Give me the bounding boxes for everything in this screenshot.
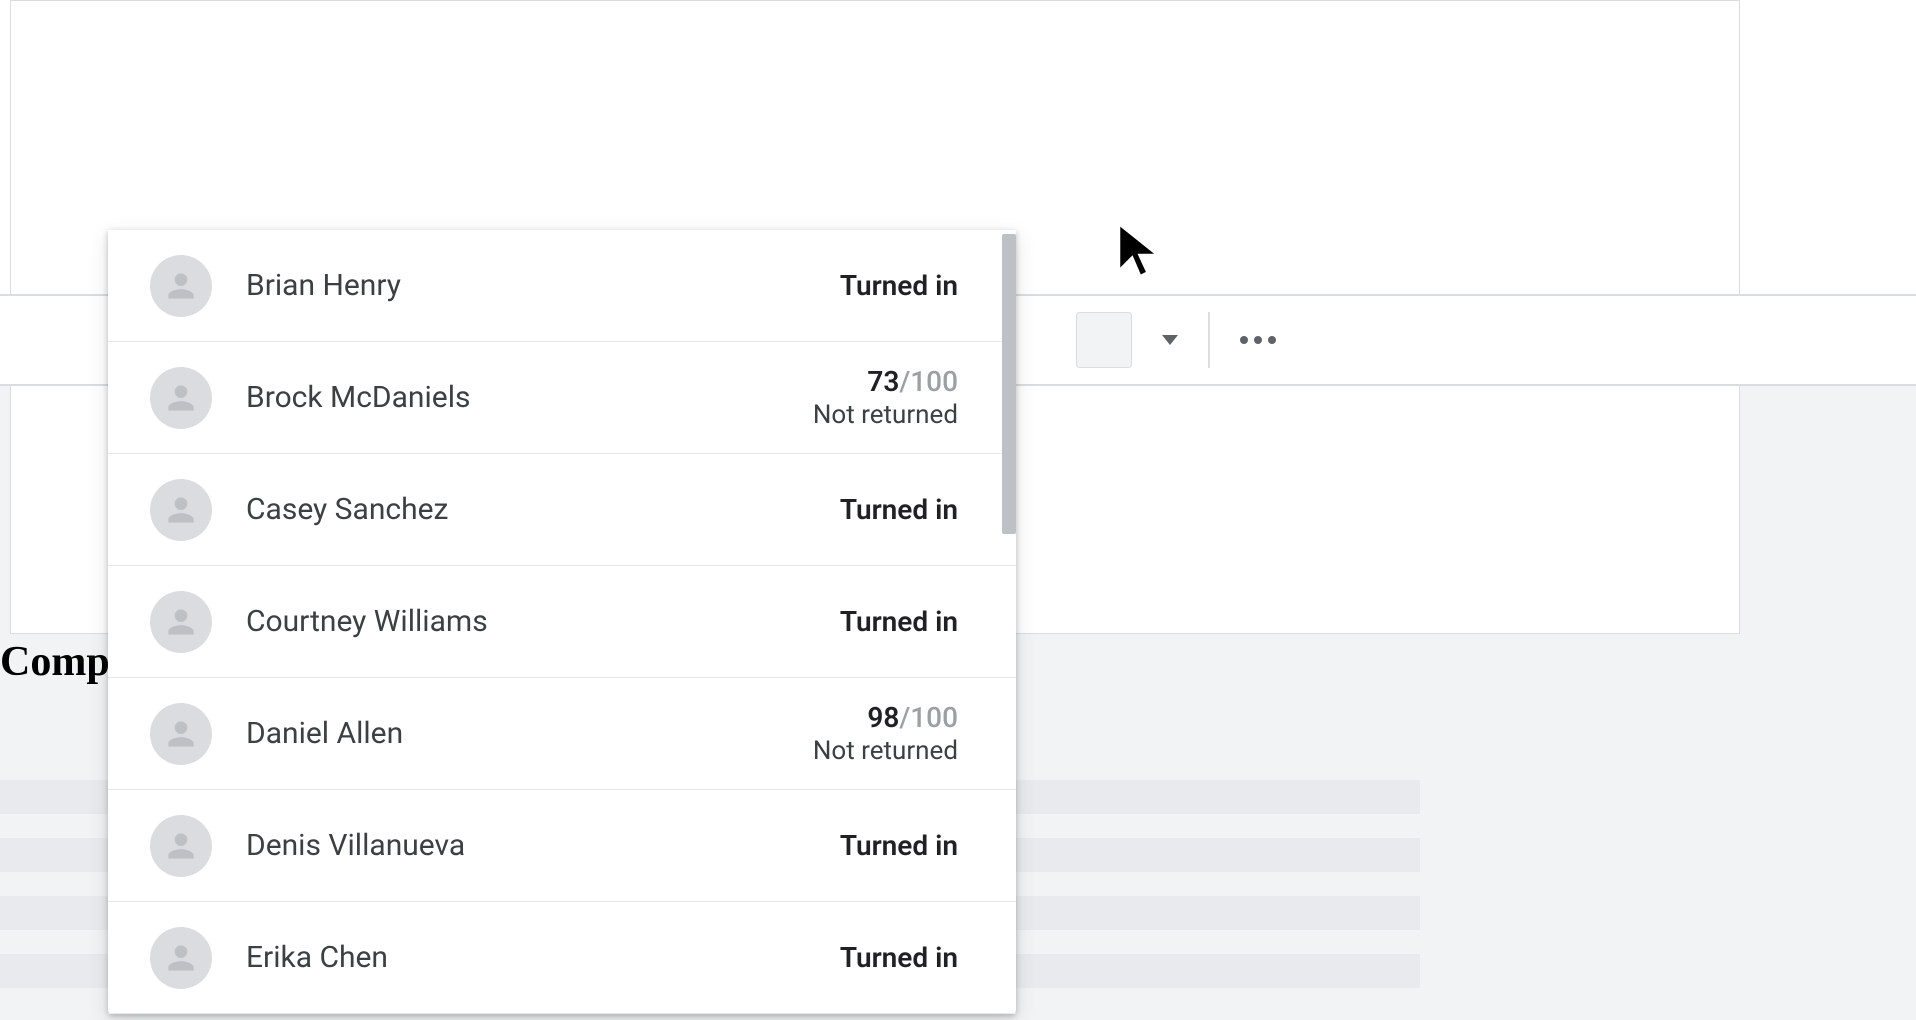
- return-status-label: Not returned: [813, 736, 958, 766]
- student-name: Brock McDaniels: [246, 380, 813, 415]
- student-row[interactable]: Brian HenryTurned in: [108, 230, 1016, 342]
- avatar: [150, 591, 212, 653]
- avatar: [150, 479, 212, 541]
- student-status-block: Turned in: [840, 269, 958, 302]
- student-status-block: Turned in: [840, 493, 958, 526]
- toolbar-more-button[interactable]: [1240, 336, 1276, 344]
- student-name: Denis Villanueva: [246, 828, 840, 863]
- toolbar-color-swatch[interactable]: [1076, 312, 1132, 368]
- student-status-block: Turned in: [840, 605, 958, 638]
- score-value: 98: [867, 701, 899, 734]
- student-dropdown: Brian HenryTurned inBrock McDaniels73/10…: [108, 230, 1016, 1014]
- person-icon: [162, 379, 200, 417]
- avatar: [150, 927, 212, 989]
- mouse-cursor-icon: [1108, 218, 1172, 282]
- status-label: Turned in: [840, 829, 958, 862]
- person-icon: [162, 827, 200, 865]
- student-row[interactable]: Casey SanchezTurned in: [108, 454, 1016, 566]
- student-name: Courtney Williams: [246, 604, 840, 639]
- avatar: [150, 367, 212, 429]
- status-label: Turned in: [840, 605, 958, 638]
- student-name: Daniel Allen: [246, 716, 813, 751]
- student-row[interactable]: Brock McDaniels73/100Not returned: [108, 342, 1016, 454]
- avatar: [150, 815, 212, 877]
- student-status-block: Turned in: [840, 941, 958, 974]
- avatar: [150, 255, 212, 317]
- student-status-block: 98/100Not returned: [813, 701, 958, 766]
- toolbar-separator: [1208, 312, 1210, 368]
- student-status-block: Turned in: [840, 829, 958, 862]
- student-status-block: 73/100Not returned: [813, 365, 958, 430]
- score-value: 73: [867, 365, 899, 398]
- student-name: Casey Sanchez: [246, 492, 840, 527]
- student-name: Brian Henry: [246, 268, 840, 303]
- status-label: Turned in: [840, 493, 958, 526]
- scrollbar[interactable]: [1002, 234, 1016, 534]
- student-name: Erika Chen: [246, 940, 840, 975]
- student-row[interactable]: Denis VillanuevaTurned in: [108, 790, 1016, 902]
- score-denominator: /100: [899, 701, 958, 734]
- score-label: 98/100: [813, 701, 958, 734]
- student-row[interactable]: Erika ChenTurned in: [108, 902, 1016, 1014]
- person-icon: [162, 939, 200, 977]
- status-label: Turned in: [840, 269, 958, 302]
- avatar: [150, 703, 212, 765]
- score-denominator: /100: [899, 365, 958, 398]
- student-row[interactable]: Courtney WilliamsTurned in: [108, 566, 1016, 678]
- score-label: 73/100: [813, 365, 958, 398]
- student-row[interactable]: Daniel Allen98/100Not returned: [108, 678, 1016, 790]
- chevron-down-icon[interactable]: [1162, 335, 1178, 345]
- person-icon: [162, 491, 200, 529]
- person-icon: [162, 267, 200, 305]
- status-label: Turned in: [840, 941, 958, 974]
- person-icon: [162, 715, 200, 753]
- person-icon: [162, 603, 200, 641]
- return-status-label: Not returned: [813, 400, 958, 430]
